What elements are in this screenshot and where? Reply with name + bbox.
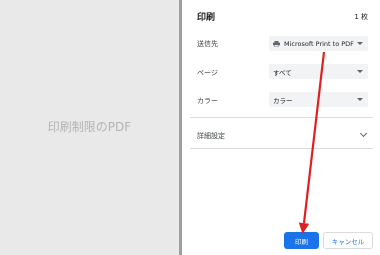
annotation-arrow xyxy=(298,51,326,234)
